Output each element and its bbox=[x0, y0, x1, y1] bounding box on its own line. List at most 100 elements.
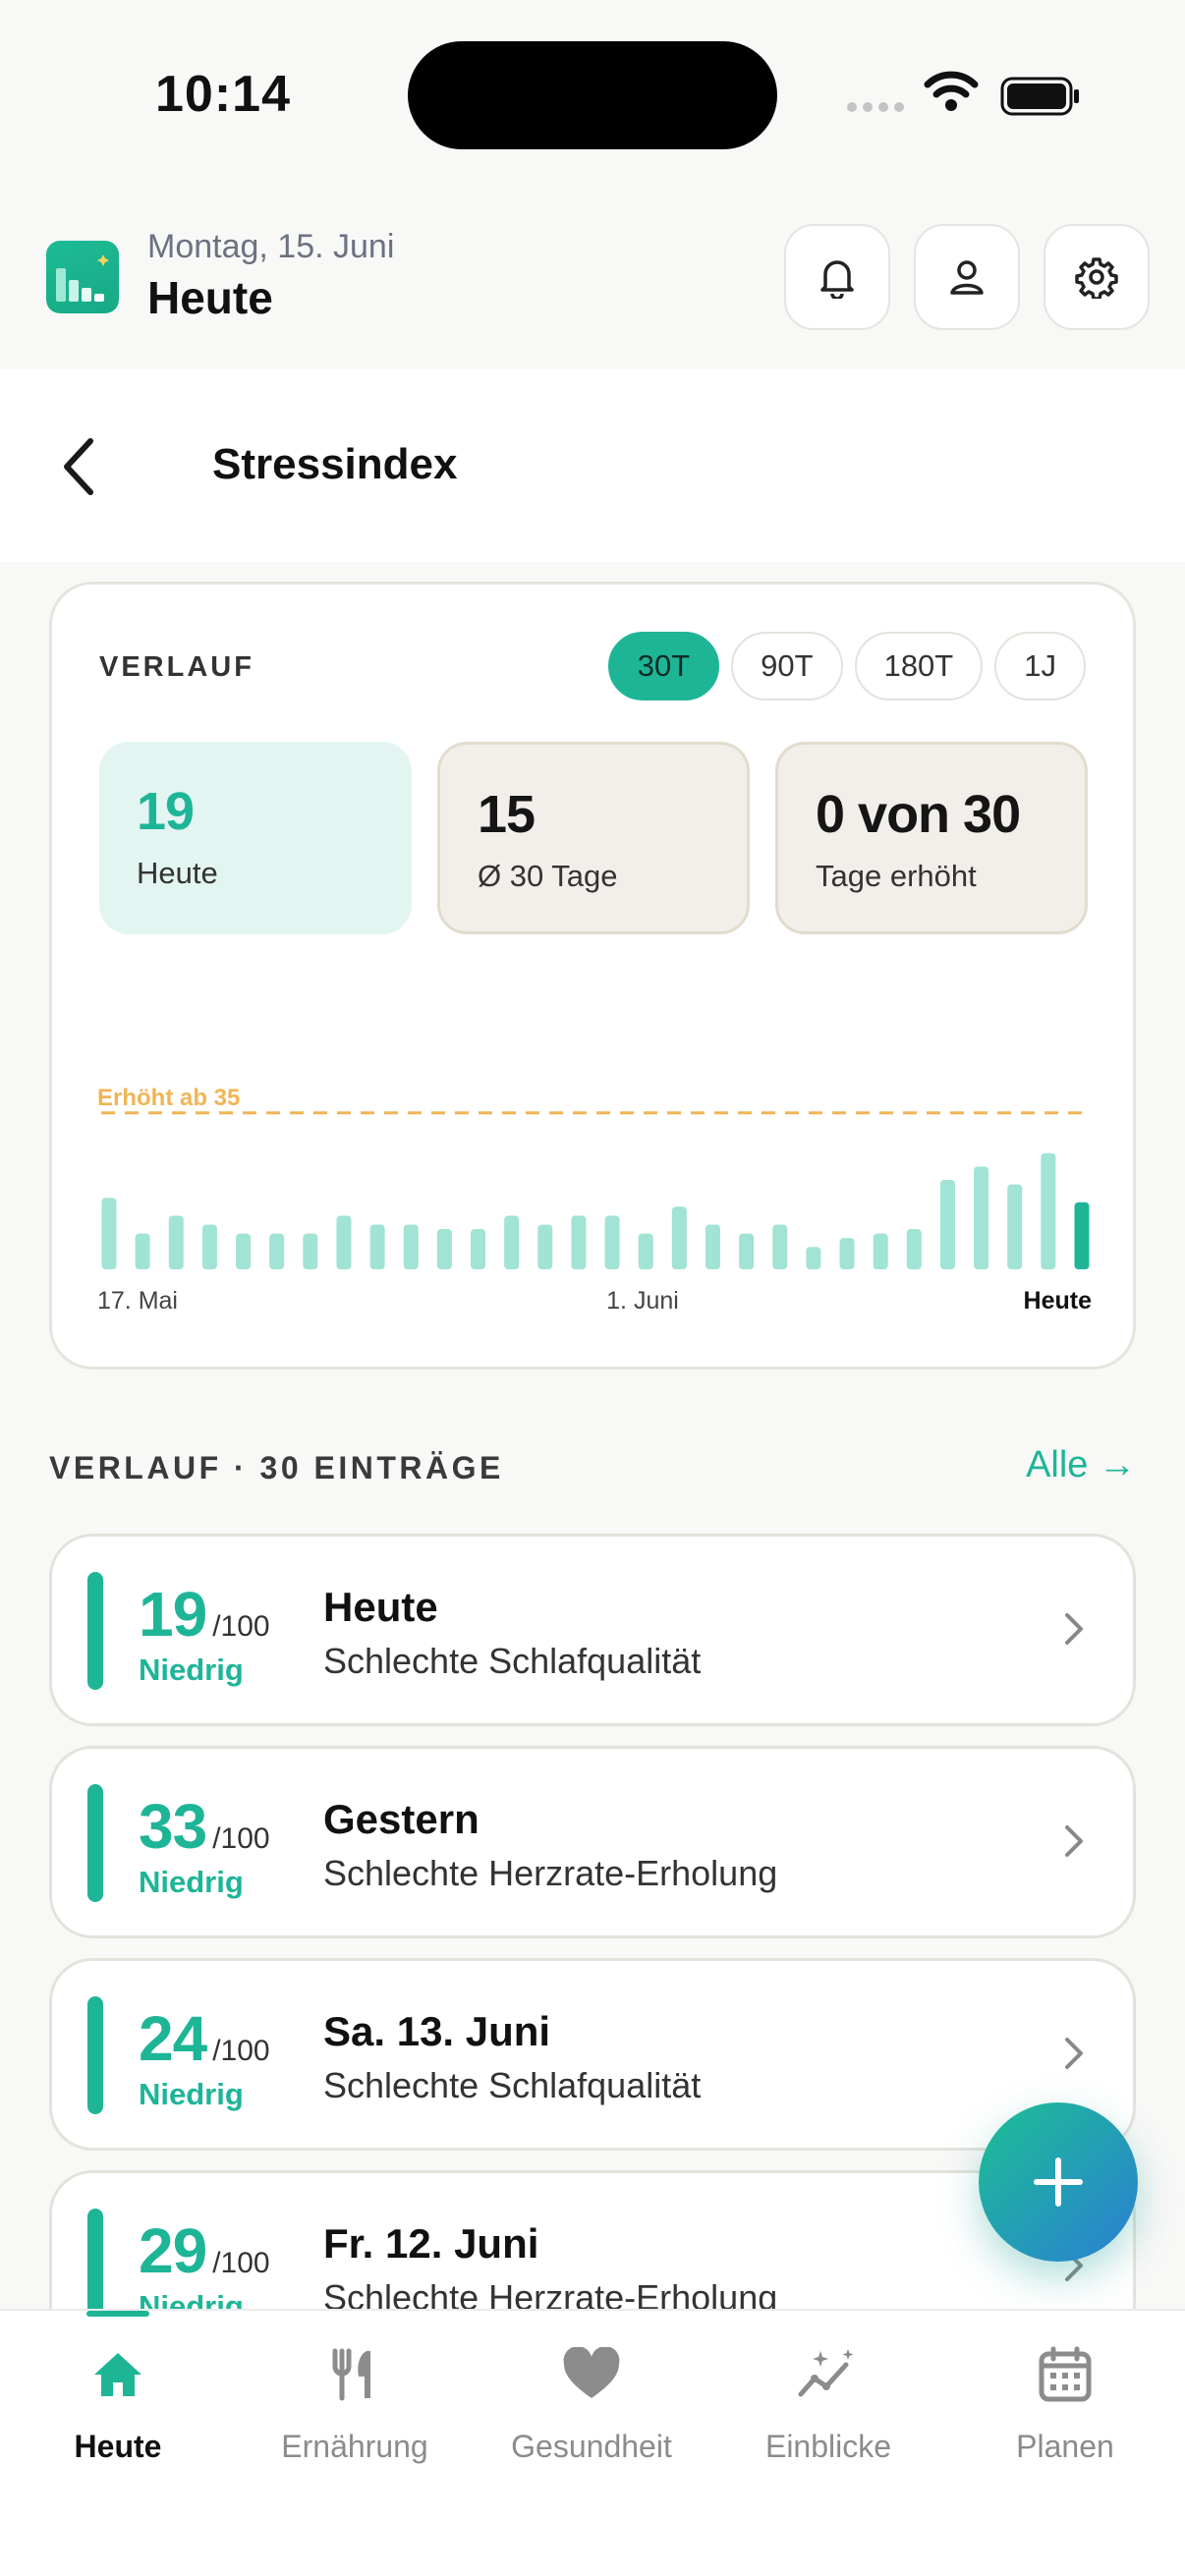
dynamic-island bbox=[408, 41, 777, 149]
chevron-left-icon bbox=[64, 438, 93, 495]
bar bbox=[168, 1215, 184, 1269]
nav-tab-planen[interactable]: Planen bbox=[947, 2340, 1183, 2465]
bar bbox=[571, 1215, 587, 1269]
entry-level: Niedrig bbox=[139, 1652, 244, 1687]
bar bbox=[303, 1233, 318, 1269]
list-item[interactable]: 33 /100 Niedrig Gestern Schlechte Herzra… bbox=[49, 1746, 1136, 1938]
entry-level: Niedrig bbox=[139, 1865, 244, 1899]
bar bbox=[671, 1206, 687, 1269]
current-date: Montag, 15. Juni bbox=[147, 228, 395, 265]
app-logo bbox=[46, 241, 119, 313]
show-all-link[interactable]: Alle → bbox=[1026, 1444, 1136, 1486]
entry-score-max: /100 bbox=[212, 2035, 270, 2067]
page-title: Stressindex bbox=[212, 440, 458, 488]
bar bbox=[906, 1229, 922, 1269]
profile-button[interactable] bbox=[914, 224, 1020, 330]
bar bbox=[436, 1229, 452, 1269]
calendar-icon bbox=[1039, 2346, 1092, 2402]
bar bbox=[839, 1238, 855, 1269]
list-item[interactable]: 19 /100 Niedrig Heute Schlechte Schlafqu… bbox=[49, 1534, 1136, 1726]
threshold-label: Erhöht ab 35 bbox=[97, 1085, 240, 1111]
nav-label: Gesundheit bbox=[511, 2429, 672, 2464]
entry-reason: Schlechte Schlafqualität bbox=[323, 2065, 702, 2105]
entry-score: 29 /100 bbox=[139, 2214, 270, 2287]
entry-score-value: 24 bbox=[139, 2003, 207, 2074]
bar bbox=[471, 1229, 486, 1269]
bar bbox=[201, 1224, 217, 1269]
bar bbox=[369, 1224, 385, 1269]
back-button[interactable] bbox=[59, 432, 108, 501]
plus-icon bbox=[1034, 2157, 1083, 2207]
notifications-button[interactable] bbox=[784, 224, 890, 330]
nav-tab-heute[interactable]: Heute bbox=[0, 2340, 236, 2465]
bar bbox=[269, 1233, 285, 1269]
bar bbox=[336, 1215, 352, 1269]
entry-title: Gestern bbox=[323, 1796, 480, 1842]
entry-title: Sa. 13. Juni bbox=[323, 2008, 551, 2054]
bell-icon bbox=[820, 260, 854, 299]
header-title: Heute bbox=[147, 272, 273, 323]
bar bbox=[1007, 1184, 1023, 1269]
bar bbox=[974, 1166, 989, 1269]
entry-score-max: /100 bbox=[212, 1610, 270, 1643]
stress-bar-chart: Erhöht ab 35 17. Mai 1. Juni Heute bbox=[97, 1085, 1092, 1315]
bar bbox=[537, 1224, 553, 1269]
fork-knife-icon bbox=[332, 2348, 370, 2401]
bar bbox=[504, 1215, 520, 1269]
active-tab-indicator bbox=[86, 2311, 149, 2317]
entry-reason: Schlechte Herzrate-Erholung bbox=[323, 1853, 778, 1893]
page-subheader: Stressindex bbox=[0, 369, 1185, 562]
bar bbox=[939, 1180, 955, 1269]
bar bbox=[236, 1233, 252, 1269]
entry-title: Heute bbox=[323, 1584, 438, 1630]
x-axis-label: 17. Mai bbox=[97, 1287, 178, 1315]
nav-label: Ernährung bbox=[281, 2429, 428, 2464]
nav-label: Planen bbox=[1016, 2429, 1114, 2464]
bar bbox=[705, 1224, 720, 1269]
bar bbox=[638, 1233, 653, 1269]
entry-score-max: /100 bbox=[212, 1822, 270, 1855]
cellular-dots-icon bbox=[847, 102, 904, 112]
entry-score-value: 33 bbox=[139, 1791, 207, 1862]
entry-reason: Schlechte Schlafqualität bbox=[323, 1641, 702, 1681]
bar bbox=[403, 1224, 419, 1269]
nav-tab-ernaehrung[interactable]: Ernährung bbox=[237, 2340, 473, 2465]
bar bbox=[739, 1233, 755, 1269]
entry-indicator bbox=[87, 1572, 103, 1690]
entry-score: 33 /100 bbox=[139, 1790, 270, 1863]
bar bbox=[604, 1215, 620, 1269]
heart-icon bbox=[563, 2347, 620, 2398]
bar bbox=[772, 1224, 788, 1269]
chevron-right-icon bbox=[1065, 2038, 1083, 2069]
bar bbox=[873, 1233, 888, 1269]
nav-tab-einblicke[interactable]: Einblicke bbox=[710, 2340, 946, 2465]
nav-label: Einblicke bbox=[764, 2429, 892, 2464]
entry-indicator bbox=[87, 1996, 103, 2114]
gear-icon bbox=[1075, 257, 1118, 299]
entry-indicator bbox=[87, 1784, 103, 1902]
entry-score: 24 /100 bbox=[139, 2002, 270, 2075]
sparkle-chart-icon bbox=[798, 2349, 854, 2397]
stress-history-card: VERLAUF 30T 90T 180T 1J 19 Heute 15 Ø 30… bbox=[49, 582, 1136, 1370]
chevron-right-icon bbox=[1065, 1613, 1083, 1645]
list-item[interactable]: 24 /100 Niedrig Sa. 13. Juni Schlechte S… bbox=[49, 1958, 1136, 2151]
bar-today bbox=[1074, 1202, 1090, 1269]
entry-score-value: 19 bbox=[139, 1579, 207, 1650]
settings-button[interactable] bbox=[1044, 224, 1150, 330]
nav-label: Heute bbox=[74, 2429, 162, 2464]
list-header: VERLAUF · 30 EINTRÄGE bbox=[49, 1450, 504, 1485]
entry-score-value: 29 bbox=[139, 2215, 207, 2286]
home-icon bbox=[94, 2353, 141, 2396]
bar bbox=[135, 1233, 150, 1269]
bottom-navigation: Heute Ernährung Gesundheit Einblicke Pla… bbox=[0, 2309, 1185, 2576]
bar bbox=[101, 1198, 117, 1269]
status-bar: 10:14 bbox=[0, 0, 1185, 196]
status-time: 10:14 bbox=[155, 66, 291, 123]
nav-tab-gesundheit[interactable]: Gesundheit bbox=[474, 2340, 709, 2465]
add-entry-button[interactable] bbox=[979, 2102, 1138, 2262]
chevron-right-icon bbox=[1065, 1825, 1083, 1857]
bar bbox=[806, 1247, 821, 1269]
entry-score-max: /100 bbox=[212, 2247, 270, 2279]
user-icon bbox=[950, 260, 984, 295]
x-axis-label: 1. Juni bbox=[606, 1287, 679, 1315]
